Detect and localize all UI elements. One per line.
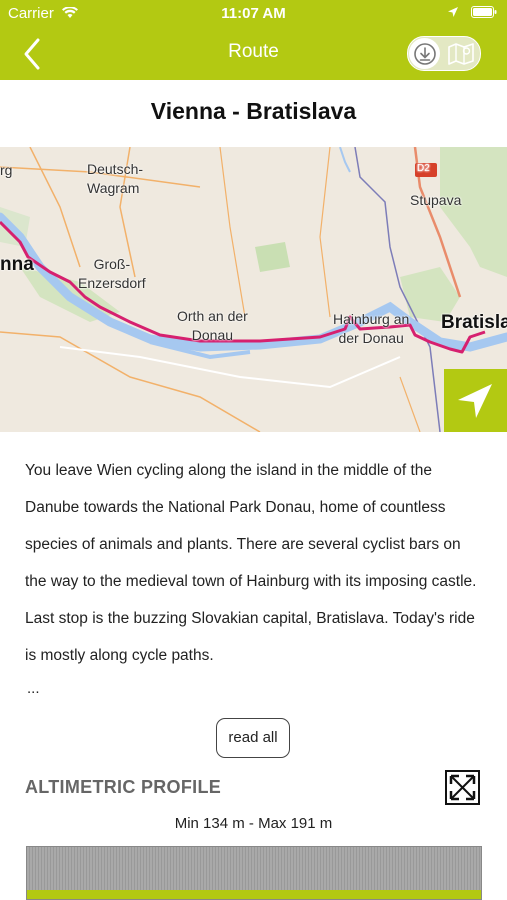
description-ellipsis: ... xyxy=(27,680,40,697)
map-label-vienna: nna xyxy=(0,254,34,275)
map-label-orth: Orth an der Donau xyxy=(177,308,248,343)
status-bar: Carrier 11:07 AM xyxy=(0,0,507,28)
map-graphics xyxy=(0,147,507,432)
status-icons xyxy=(447,5,497,22)
map-label-bratislava: Bratisla xyxy=(441,312,507,333)
battery-icon xyxy=(471,6,497,18)
navigation-bar: Route xyxy=(0,28,507,80)
locate-me-button[interactable] xyxy=(444,369,507,432)
expand-profile-button[interactable] xyxy=(445,770,480,805)
clock: 11:07 AM xyxy=(221,5,286,22)
altimetric-profile-chart xyxy=(26,846,482,900)
profile-ground xyxy=(27,890,481,899)
read-all-button[interactable]: read all xyxy=(216,718,290,758)
map-label-stupava: Stupava xyxy=(410,192,462,208)
map-label-left-top: rg xyxy=(0,162,13,178)
download-map-toggle[interactable] xyxy=(407,36,481,71)
map-icon xyxy=(448,43,474,65)
route-title: Vienna - Bratislava xyxy=(150,98,357,124)
location-arrow-icon xyxy=(447,7,458,17)
altimetric-profile-title: ALTIMETRIC PROFILE xyxy=(25,777,222,797)
altitude-min-max: Min 134 m - Max 191 m xyxy=(174,815,333,832)
route-description: You leave Wien cycling along the island … xyxy=(25,462,477,664)
map-label-gross-enzersdorf: Groß- Enzersdorf xyxy=(78,256,146,291)
route-map[interactable]: rg Deutsch- Wagram D2 Stupava nna Groß- … xyxy=(0,147,507,432)
navigation-arrow-icon xyxy=(458,384,492,418)
road-shield-label: D2 xyxy=(417,163,430,174)
map-label-hainburg: Hainburg an der Donau xyxy=(333,311,410,346)
map-label-deutsch-wagram: Deutsch- Wagram xyxy=(87,161,144,196)
expand-icon xyxy=(445,770,480,805)
download-icon xyxy=(414,43,436,65)
